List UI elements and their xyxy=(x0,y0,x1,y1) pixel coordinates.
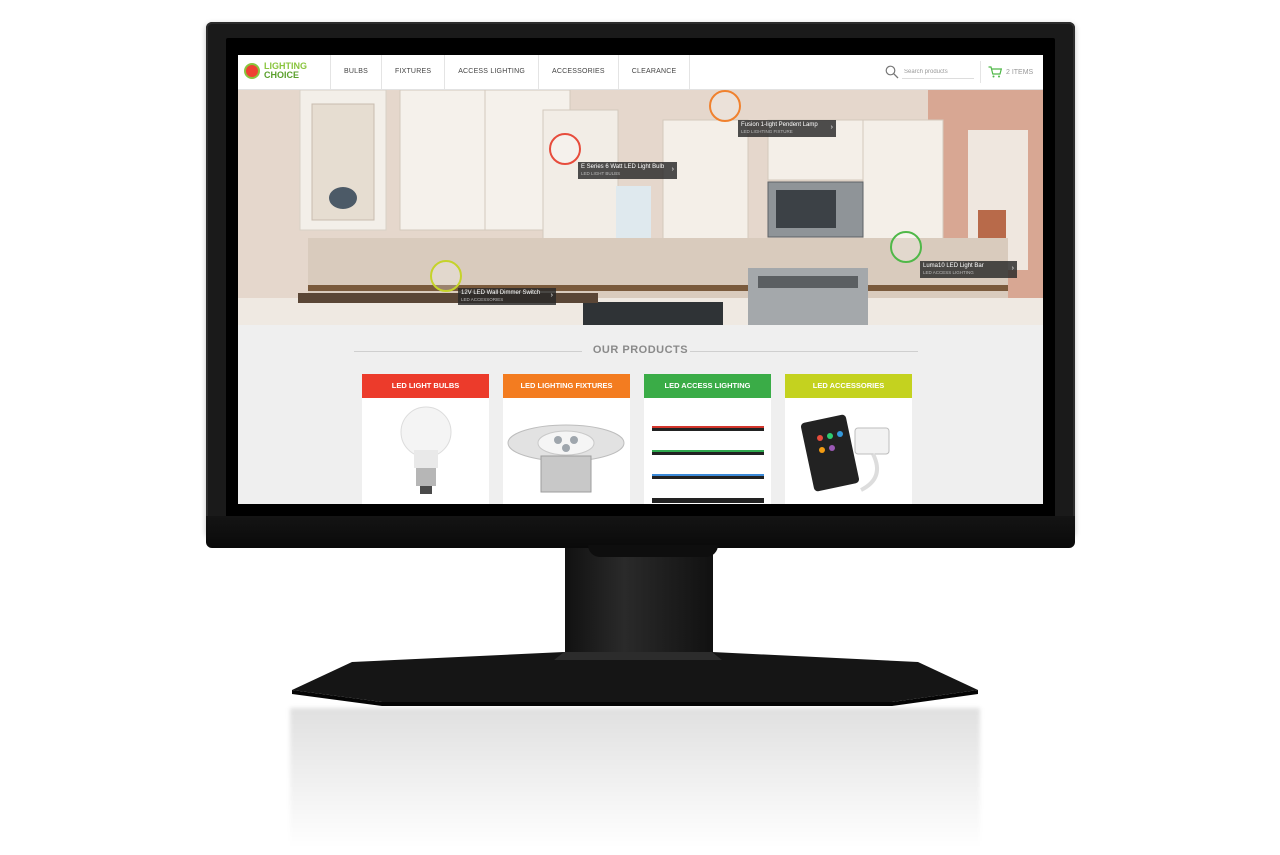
cart-count: 2 ITEMS xyxy=(1006,68,1034,76)
led-fixture-image xyxy=(507,424,625,493)
top-navigation: LIGHTING CHOICE BULBS FIXTURES ACCESS LI… xyxy=(238,55,1043,90)
hotspot-bulb-name: E Series 6 Watt LED Light Bulb xyxy=(581,164,665,170)
hotspot-lightbar-marker[interactable] xyxy=(890,231,922,263)
hotspot-pendant-marker[interactable] xyxy=(709,90,741,122)
monitor-bezel-bottom xyxy=(206,516,1075,548)
card-title: LED ACCESS LIGHTING xyxy=(644,374,771,398)
website-screen: LIGHTING CHOICE BULBS FIXTURES ACCESS LI… xyxy=(238,55,1043,504)
menu-item-clearance[interactable]: CLEARANCE xyxy=(617,55,691,89)
hotspot-lightbar-category: LED ACCESS LIGHTING xyxy=(923,270,974,275)
stand-reflection xyxy=(290,708,980,848)
hotspot-bulb-marker[interactable] xyxy=(549,133,581,165)
cart-divider xyxy=(980,61,981,83)
menu-item-bulbs[interactable]: BULBS xyxy=(330,55,381,89)
kitchen-scene xyxy=(238,90,1043,325)
menu-item-fixtures[interactable]: FIXTURES xyxy=(380,55,444,89)
chevron-right-icon: › xyxy=(550,292,553,299)
led-strip-image xyxy=(652,426,764,503)
site-logo[interactable]: LIGHTING CHOICE xyxy=(244,61,324,83)
remote-control-image xyxy=(800,414,890,492)
logo-text: LIGHTING CHOICE xyxy=(264,62,326,80)
chevron-right-icon: › xyxy=(1011,265,1014,272)
led-bulb-image xyxy=(400,406,452,494)
search-input[interactable] xyxy=(902,66,974,79)
menu-item-access-lighting[interactable]: ACCESS LIGHTING xyxy=(444,55,538,89)
hero-kitchen-image: E Series 6 Watt LED Light Bulb LED LIGHT… xyxy=(238,90,1043,325)
cart-button[interactable]: 2 ITEMS xyxy=(988,65,1033,79)
bulb-logo-icon xyxy=(244,63,260,79)
hotspot-switch-name: 12V LED Wall Dimmer Switch xyxy=(461,290,541,296)
search-icon[interactable] xyxy=(885,65,899,79)
monitor-notch xyxy=(588,545,718,557)
product-card-bulbs[interactable]: LED LIGHT BULBS xyxy=(362,374,489,504)
section-title: OUR PRODUCTS xyxy=(592,344,689,356)
hotspot-pendant-category: LED LIGHTING FIXTURE xyxy=(741,129,793,134)
product-card-accessories[interactable]: LED ACCESSORIES xyxy=(785,374,912,504)
card-title: LED LIGHT BULBS xyxy=(362,374,489,398)
chevron-right-icon: › xyxy=(671,166,674,173)
hotspot-lightbar-name: Luma10 LED Light Bar xyxy=(923,263,984,269)
hotspot-lightbar-tag[interactable]: Luma10 LED Light Bar LED ACCESS LIGHTING… xyxy=(920,261,1017,278)
hotspot-pendant-tag[interactable]: Fusion 1-light Pendent Lamp LED LIGHTING… xyxy=(738,120,836,137)
title-divider-right xyxy=(690,351,918,352)
monitor-stand-neck xyxy=(565,548,713,658)
chevron-right-icon: › xyxy=(830,124,833,131)
cart-icon xyxy=(988,66,1002,78)
hotspot-switch-tag[interactable]: 12V LED Wall Dimmer Switch LED ACCESSORI… xyxy=(458,288,556,305)
hotspot-bulb-tag[interactable]: E Series 6 Watt LED Light Bulb LED LIGHT… xyxy=(578,162,677,179)
card-title: LED ACCESSORIES xyxy=(785,374,912,398)
hotspot-bulb-category: LED LIGHT BULBS xyxy=(581,171,621,176)
product-card-fixtures[interactable]: LED LIGHTING FIXTURES xyxy=(503,374,630,504)
hotspot-switch-category: LED ACCESSORIES xyxy=(461,297,504,302)
monitor-stand-base xyxy=(292,648,978,708)
product-card-access-lighting[interactable]: LED ACCESS LIGHTING xyxy=(644,374,771,504)
logo-line-2: CHOICE xyxy=(264,70,300,80)
hotspot-pendant-name: Fusion 1-light Pendent Lamp xyxy=(741,122,818,128)
main-menu: BULBS FIXTURES ACCESS LIGHTING ACCESSORI… xyxy=(330,55,691,89)
menu-item-accessories[interactable]: ACCESSORIES xyxy=(537,55,618,89)
card-title: LED LIGHTING FIXTURES xyxy=(503,374,630,398)
